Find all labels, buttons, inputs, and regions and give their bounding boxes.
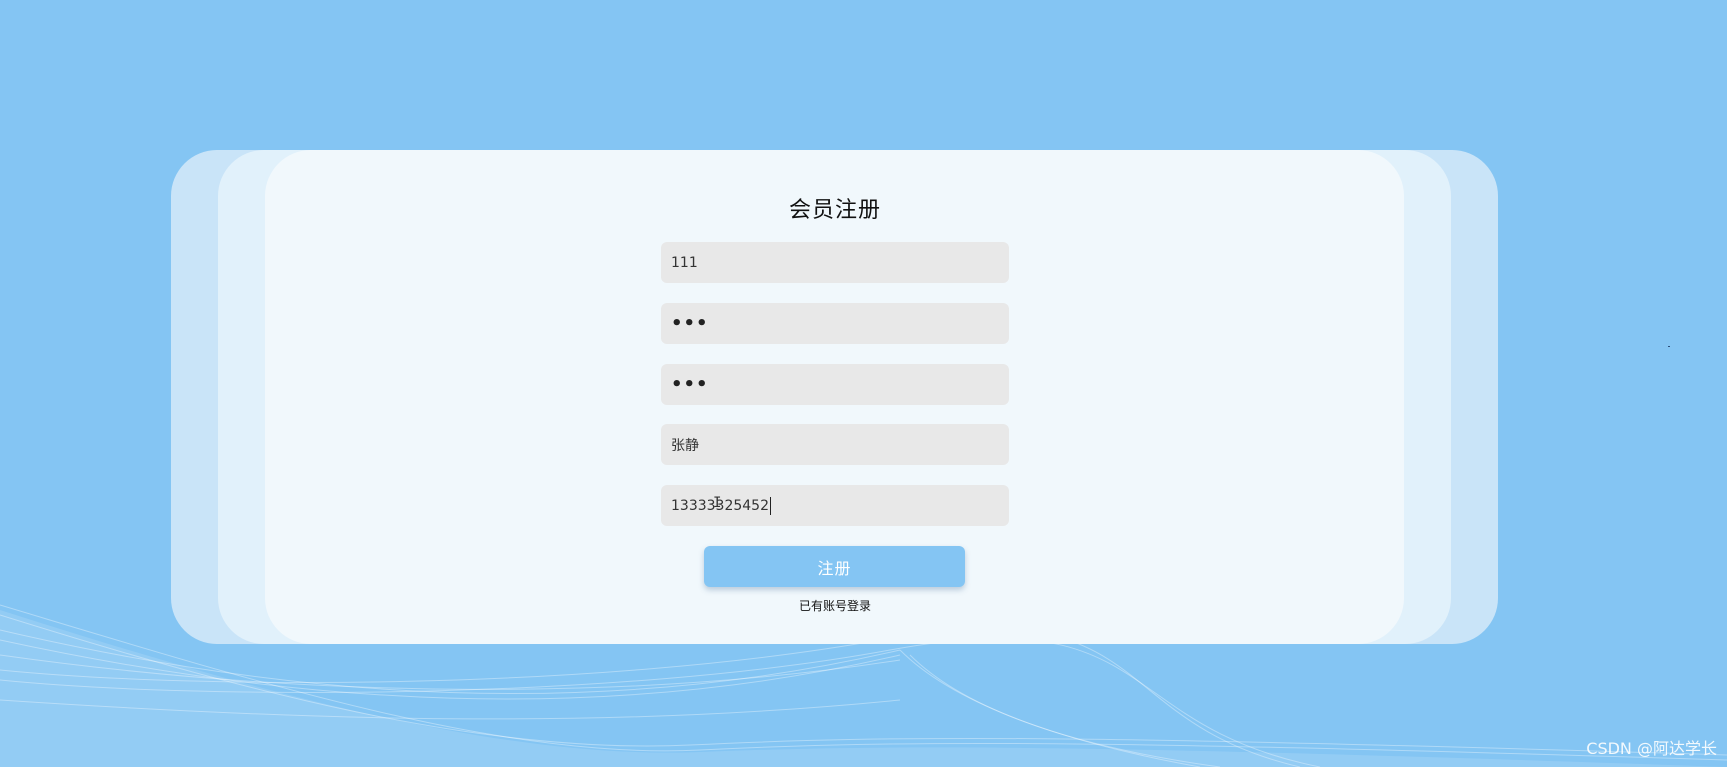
confirm-password-value: ••• bbox=[671, 374, 709, 395]
text-caret bbox=[769, 496, 771, 515]
register-button[interactable]: 注册 bbox=[704, 546, 965, 587]
page-title: 会员注册 bbox=[788, 198, 881, 223]
username-input[interactable]: 111 bbox=[661, 242, 1009, 283]
ibeam-cursor-icon: I bbox=[713, 495, 722, 511]
password-input[interactable]: ••• bbox=[661, 303, 1009, 344]
login-link[interactable]: 已有账号登录 bbox=[0, 597, 1670, 614]
watermark: CSDN @阿达学长 bbox=[1586, 739, 1717, 758]
register-form: 会员注册 111 ••• ••• 张静 13333325452 I 注册 已有账… bbox=[0, 0, 1727, 767]
real-name-input[interactable]: 张静 bbox=[661, 424, 1009, 465]
password-value: ••• bbox=[671, 313, 709, 334]
confirm-password-input[interactable]: ••• bbox=[661, 364, 1009, 405]
username-value: 111 bbox=[671, 254, 698, 271]
real-name-value: 张静 bbox=[671, 437, 699, 454]
